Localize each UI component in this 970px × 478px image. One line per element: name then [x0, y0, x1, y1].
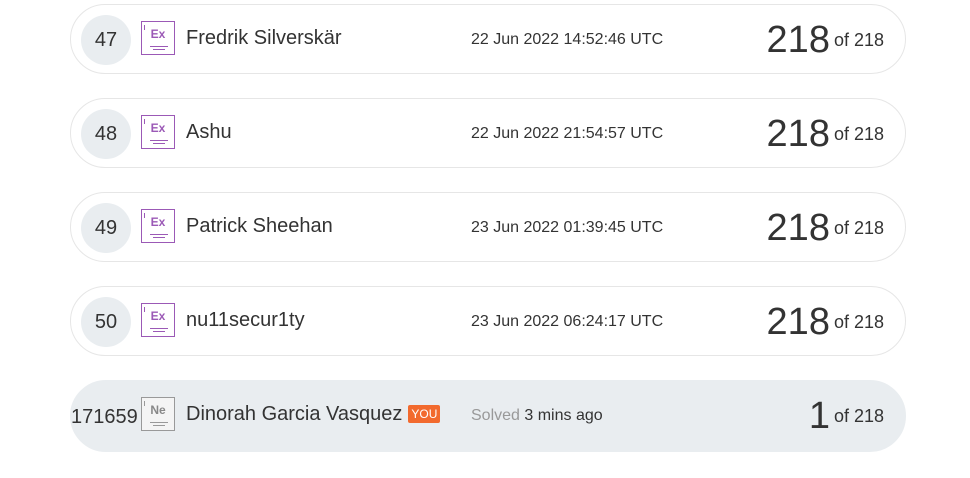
score-total: of 218: [833, 406, 884, 426]
score: 218 of 218: [767, 19, 884, 62]
expert-badge-icon: Ex: [141, 303, 175, 337]
current-user-row[interactable]: 171659 Ne Dinorah Garcia Vasquez YOU Solv…: [70, 380, 906, 452]
score-value: 218: [766, 301, 830, 343]
player-name[interactable]: nu11secur1ty: [186, 309, 305, 332]
solved-ago: 3 mins ago: [524, 407, 603, 424]
expert-badge-icon: Ex: [141, 115, 175, 149]
leaderboard-row[interactable]: 47 Ex Fredrik Silverskär 22 Jun 2022 14:…: [70, 4, 906, 74]
expert-badge-icon: Ex: [141, 21, 175, 55]
player-name[interactable]: Dinorah Garcia Vasquez YOU: [186, 403, 441, 426]
expert-badge-icon: Ex: [141, 209, 175, 243]
score: 218 of 218: [767, 301, 884, 344]
solved-label: Solved: [471, 407, 520, 424]
rank-number: 50: [81, 297, 131, 347]
completion-date: 22 Jun 2022 14:52:46 UTC: [471, 31, 664, 48]
you-tag: YOU: [408, 405, 441, 423]
player-name-text: Dinorah Garcia Vasquez: [186, 403, 403, 425]
leaderboard-row[interactable]: 50 Ex nu11secur1ty 23 Jun 2022 06:24:17 …: [70, 286, 906, 356]
player-name[interactable]: Fredrik Silverskär: [186, 27, 342, 50]
score-value: 218: [766, 113, 830, 155]
solved-time: Solved 3 mins ago: [471, 407, 603, 425]
score-total: of 218: [833, 312, 884, 332]
completion-date: 22 Jun 2022 21:54:57 UTC: [471, 125, 664, 142]
score-value: 1: [808, 395, 830, 437]
score-total: of 218: [833, 30, 884, 50]
rank-number: 49: [81, 203, 131, 253]
rank-number: 48: [81, 109, 131, 159]
score: 218 of 218: [767, 207, 884, 250]
score-total: of 218: [833, 218, 884, 238]
player-name[interactable]: Ashu: [186, 121, 232, 144]
completion-date: 23 Jun 2022 06:24:17 UTC: [471, 313, 664, 330]
score-total: of 218: [833, 124, 884, 144]
leaderboard-row[interactable]: 48 Ex Ashu 22 Jun 2022 21:54:57 UTC 218 o…: [70, 98, 906, 168]
rank-number: 171659: [71, 406, 138, 428]
score: 1 of 218: [809, 395, 884, 438]
score-value: 218: [766, 207, 830, 249]
score: 218 of 218: [767, 113, 884, 156]
rank-number: 47: [81, 15, 131, 65]
leaderboard-row[interactable]: 49 Ex Patrick Sheehan 23 Jun 2022 01:39:…: [70, 192, 906, 262]
player-name[interactable]: Patrick Sheehan: [186, 215, 333, 238]
completion-date: 23 Jun 2022 01:39:45 UTC: [471, 219, 664, 236]
score-value: 218: [766, 19, 830, 61]
novice-badge-icon: Ne: [141, 397, 175, 431]
